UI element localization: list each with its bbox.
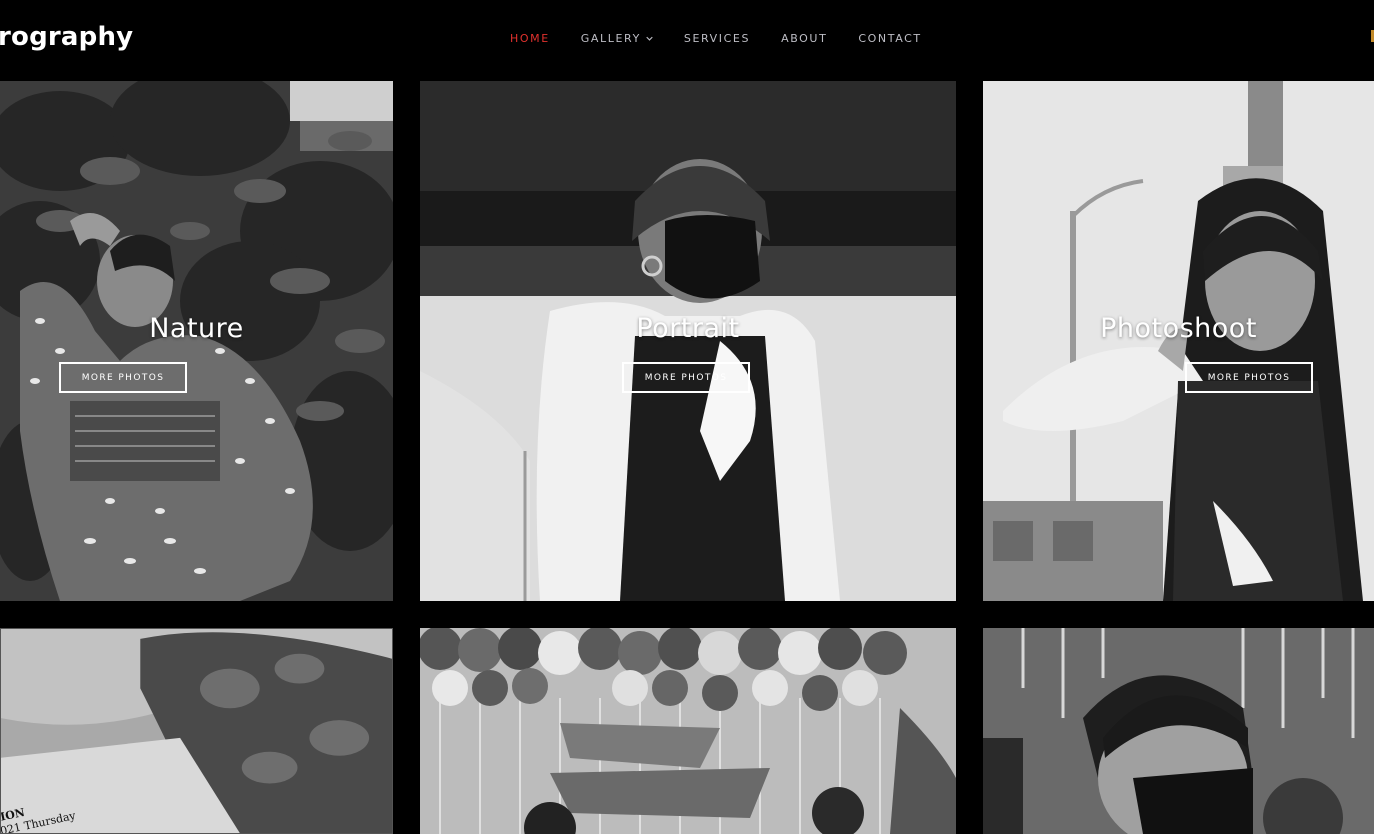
gallery-tile-photoshoot[interactable]: Photoshoot MORE PHOTOS: [983, 81, 1374, 601]
more-photos-button-photoshoot[interactable]: MORE PHOTOS: [1185, 362, 1313, 393]
gallery-tile-portrait[interactable]: Portrait MORE PHOTOS: [420, 81, 956, 601]
gallery-tile-nature[interactable]: Nature MORE PHOTOS: [0, 81, 393, 601]
chevron-down-icon: [646, 36, 653, 41]
nav-contact-label: CONTACT: [858, 32, 922, 45]
nav-services-label: SERVICES: [683, 32, 751, 45]
gallery-tile-row2-3[interactable]: [983, 628, 1374, 834]
nav-gallery[interactable]: GALLERY: [581, 32, 653, 45]
nav-contact[interactable]: CONTACT: [858, 32, 921, 45]
masked-person-photo: [983, 628, 1374, 834]
nav-home[interactable]: HOME: [510, 32, 550, 45]
nav-about[interactable]: ABOUT: [781, 32, 827, 45]
nav-home-label: HOME: [510, 32, 550, 45]
nav-services[interactable]: SERVICES: [684, 32, 750, 45]
note-photo: [1, 629, 392, 833]
tile-title-nature: Nature: [149, 313, 244, 344]
more-photos-button-nature[interactable]: MORE PHOTOS: [59, 362, 187, 393]
tile-title-portrait: Portrait: [636, 313, 740, 344]
birthday-photo: [420, 628, 956, 834]
more-photos-button-portrait[interactable]: MORE PHOTOS: [622, 362, 750, 393]
page: rography HOME GALLERY SERVICES ABOUT CON…: [0, 0, 1374, 834]
nav-gallery-label: GALLERY: [580, 32, 641, 45]
tile-title-photoshoot: Photoshoot: [1100, 313, 1257, 344]
gallery-tile-row2-2[interactable]: [420, 628, 956, 834]
main-nav: HOME GALLERY SERVICES ABOUT CONTACT: [510, 32, 953, 45]
gallery-tile-row2-1[interactable]: ION 021 Thursday: [0, 628, 393, 834]
site-logo[interactable]: rography: [0, 22, 133, 52]
nav-about-label: ABOUT: [781, 32, 828, 45]
